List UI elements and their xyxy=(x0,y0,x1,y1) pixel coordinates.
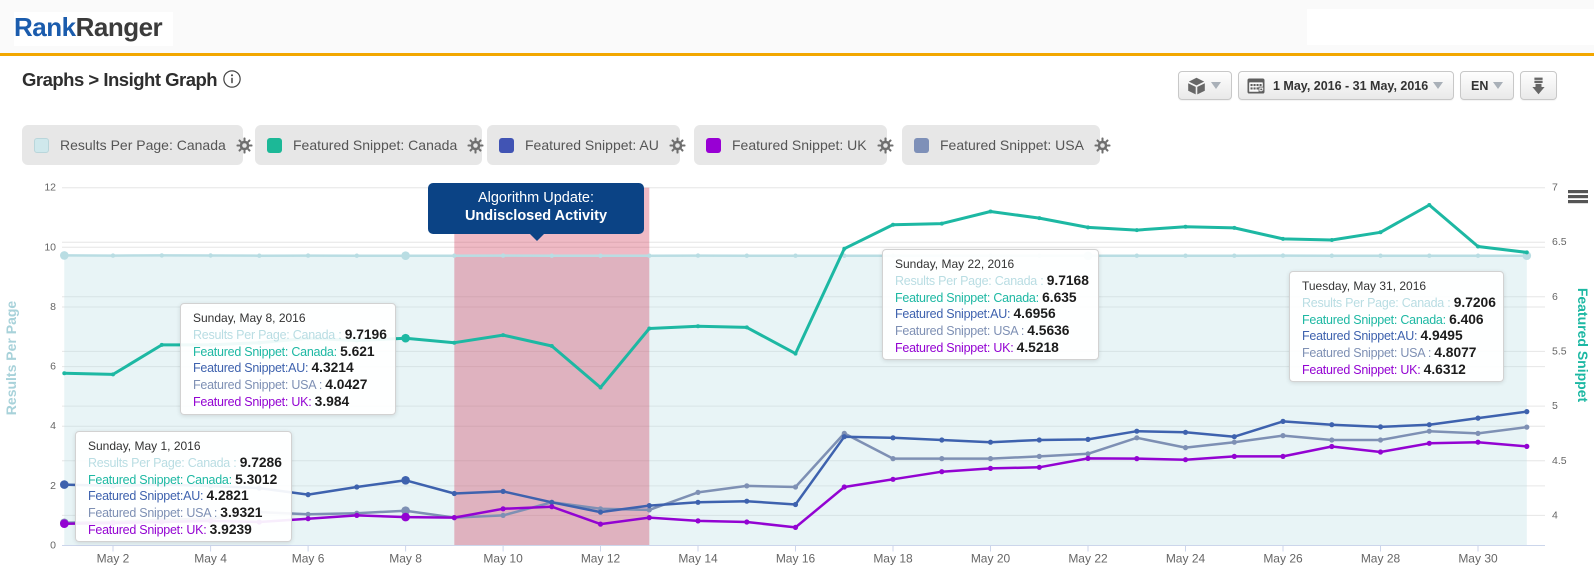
svg-text:May 8: May 8 xyxy=(389,552,422,566)
svg-text:May 14: May 14 xyxy=(678,552,718,566)
svg-text:Featured Snippet: Featured Snippet xyxy=(1575,288,1591,403)
svg-text:May 20: May 20 xyxy=(971,552,1011,566)
svg-text:6: 6 xyxy=(50,361,56,373)
svg-text:5.5: 5.5 xyxy=(1552,345,1567,357)
svg-text:12: 12 xyxy=(44,182,56,194)
svg-text:6: 6 xyxy=(1552,291,1558,303)
svg-text:May 2: May 2 xyxy=(97,552,130,566)
svg-text:4: 4 xyxy=(1552,509,1558,521)
svg-text:0: 0 xyxy=(50,540,56,552)
svg-text:4.5: 4.5 xyxy=(1552,455,1567,467)
svg-text:May 30: May 30 xyxy=(1458,552,1498,566)
svg-text:6.5: 6.5 xyxy=(1552,236,1567,248)
svg-text:4: 4 xyxy=(50,420,56,432)
svg-text:8: 8 xyxy=(50,301,56,313)
svg-text:2: 2 xyxy=(50,480,56,492)
svg-text:May 10: May 10 xyxy=(483,552,523,566)
svg-text:May 26: May 26 xyxy=(1263,552,1303,566)
svg-text:May 22: May 22 xyxy=(1068,552,1108,566)
svg-text:May 12: May 12 xyxy=(581,552,621,566)
svg-text:10: 10 xyxy=(44,241,56,253)
svg-text:May 4: May 4 xyxy=(194,552,227,566)
svg-text:May 18: May 18 xyxy=(873,552,913,566)
svg-text:May 16: May 16 xyxy=(776,552,816,566)
svg-text:Results Per Page: Results Per Page xyxy=(3,301,19,416)
svg-text:May 6: May 6 xyxy=(292,552,325,566)
svg-text:May 24: May 24 xyxy=(1166,552,1206,566)
svg-text:5: 5 xyxy=(1552,400,1558,412)
svg-text:7: 7 xyxy=(1552,182,1558,194)
svg-text:May 28: May 28 xyxy=(1361,552,1401,566)
